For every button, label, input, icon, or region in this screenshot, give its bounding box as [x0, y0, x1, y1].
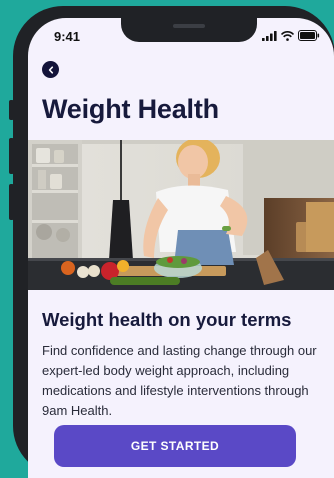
section-heading: Weight health on your terms	[42, 309, 292, 330]
status-time: 9:41	[54, 29, 81, 44]
phone-side-button	[9, 100, 14, 120]
back-button[interactable]	[42, 61, 59, 78]
page-title: Weight Health	[42, 94, 219, 124]
app-screen: 9:41 Weight Health Weight health on your…	[28, 18, 334, 478]
get-started-button[interactable]: GET STARTED	[54, 425, 296, 467]
status-icons	[262, 30, 320, 41]
section-description: Find confidence and lasting change throu…	[42, 343, 317, 418]
signal-icon	[262, 30, 277, 41]
hero-image	[28, 140, 334, 290]
phone-side-button	[9, 184, 14, 220]
battery-icon	[298, 30, 320, 41]
wifi-icon	[281, 30, 294, 41]
notch	[121, 18, 257, 42]
speaker	[173, 24, 205, 28]
back-chevron-icon	[48, 65, 53, 74]
phone-side-button	[9, 138, 14, 174]
